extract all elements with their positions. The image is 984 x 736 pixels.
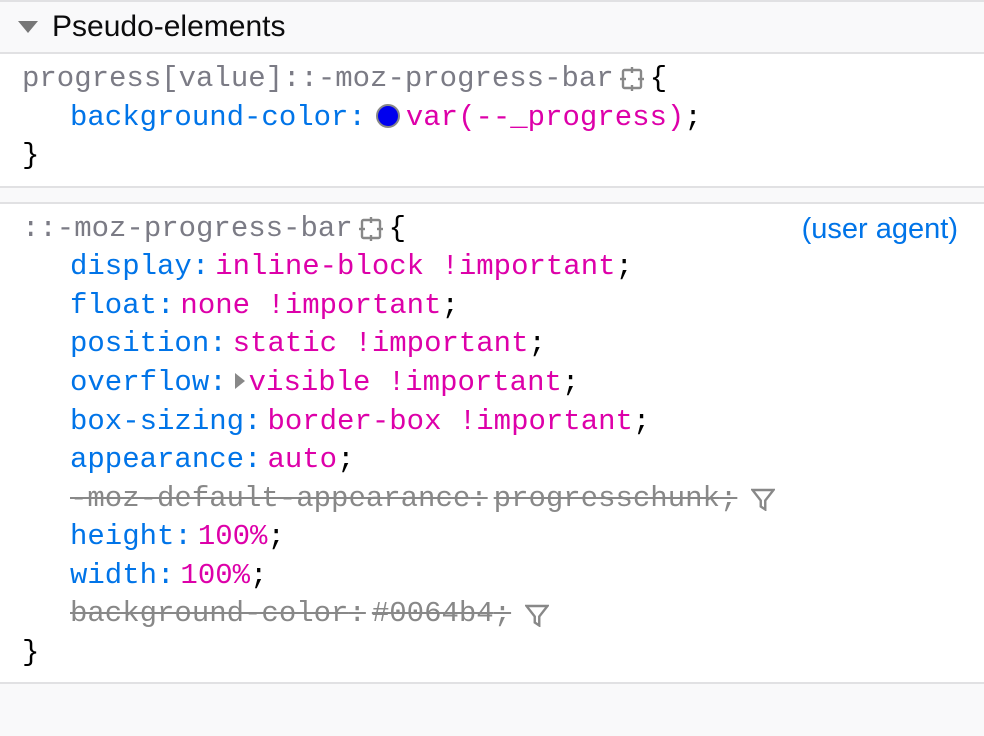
css-declaration[interactable]: width: 100%; [22, 557, 962, 596]
property-value[interactable]: progresschunk [494, 480, 720, 519]
styles-panel: Pseudo-elements progress[value]::-moz-pr… [0, 0, 984, 684]
css-declaration-overridden[interactable]: -moz-default-appearance: progresschunk; [22, 480, 962, 519]
css-declaration[interactable]: display: inline-block !important; [22, 248, 962, 287]
css-declaration[interactable]: box-sizing: border-box !important; [22, 403, 962, 442]
property-value[interactable]: inline-block !important [215, 248, 615, 287]
open-brace: { [389, 210, 406, 249]
property-value[interactable]: visible !important [249, 364, 562, 403]
css-declaration[interactable]: float: none !important; [22, 287, 962, 326]
property-name[interactable]: background-color [70, 595, 348, 634]
property-name[interactable]: width [70, 557, 157, 596]
property-name[interactable]: position [70, 325, 209, 364]
css-declaration[interactable]: appearance: auto; [22, 441, 962, 480]
css-rule: ::-moz-progress-bar { (user agent) displ… [0, 202, 984, 685]
filter-icon[interactable] [525, 603, 549, 627]
open-brace: { [650, 60, 667, 99]
property-value[interactable]: 100% [180, 557, 250, 596]
property-name[interactable]: background-color [70, 99, 348, 138]
property-name[interactable]: box-sizing [70, 403, 244, 442]
selector[interactable]: progress[value]::-moz-progress-bar [22, 60, 614, 99]
selector[interactable]: ::-moz-progress-bar [22, 210, 353, 249]
filter-icon[interactable] [751, 487, 775, 511]
rule-origin-label[interactable]: (user agent) [802, 210, 962, 249]
css-declaration[interactable]: background-color: var(--_progress); [22, 99, 962, 138]
property-value[interactable]: var(--_progress) [406, 99, 684, 138]
property-name[interactable]: height [70, 518, 174, 557]
property-value[interactable]: border-box !important [267, 403, 632, 442]
selector-highlighter-icon[interactable] [359, 217, 383, 241]
property-value[interactable]: static !important [233, 325, 529, 364]
css-declaration[interactable]: overflow: visible !important; [22, 364, 962, 403]
close-brace: } [22, 636, 39, 669]
color-swatch-icon[interactable] [376, 104, 400, 128]
selector-highlighter-icon[interactable] [620, 67, 644, 91]
close-brace: } [22, 139, 39, 172]
property-value[interactable]: #0064b4 [372, 595, 494, 634]
css-declaration[interactable]: position: static !important; [22, 325, 962, 364]
property-name[interactable]: appearance [70, 441, 244, 480]
css-rule: progress[value]::-moz-progress-bar { bac… [0, 54, 984, 188]
section-title: Pseudo-elements [52, 10, 285, 44]
css-declaration-overridden[interactable]: background-color: #0064b4; [22, 595, 962, 634]
twisty-down-icon [18, 21, 38, 33]
property-value[interactable]: 100% [198, 518, 268, 557]
property-name[interactable]: display [70, 248, 192, 287]
property-value[interactable]: none !important [180, 287, 441, 326]
expand-shorthand-icon[interactable] [235, 373, 245, 389]
property-name[interactable]: float [70, 287, 157, 326]
property-name[interactable]: -moz-default-appearance [70, 480, 470, 519]
css-declaration[interactable]: height: 100%; [22, 518, 962, 557]
property-value[interactable]: auto [267, 441, 337, 480]
property-name[interactable]: overflow [70, 364, 209, 403]
section-header-pseudo-elements[interactable]: Pseudo-elements [0, 0, 984, 54]
